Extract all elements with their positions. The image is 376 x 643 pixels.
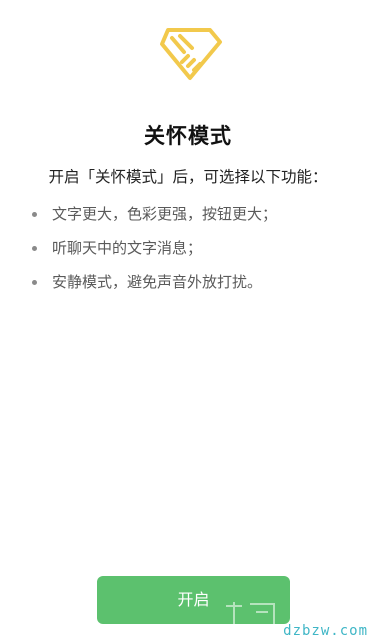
bullet-dot-icon <box>32 246 37 251</box>
bullet-dot-icon <box>32 212 37 217</box>
feature-text: 文字更大，色彩更强，按钮更大； <box>52 205 278 223</box>
intro-text: 开启「关怀模式」后，可选择以下功能： <box>48 168 328 186</box>
care-mode-screen: 关怀模式 开启「关怀模式」后，可选择以下功能： 文字更大，色彩更强，按钮更大； … <box>0 0 376 643</box>
list-item: 文字更大，色彩更强，按钮更大； <box>30 203 350 237</box>
page-title: 关怀模式 <box>144 124 232 148</box>
list-item: 安静模式，避免声音外放打扰。 <box>30 271 350 305</box>
feature-text: 听聊天中的文字消息； <box>52 239 203 257</box>
watermark-text: dzbzw.com <box>283 623 368 639</box>
care-heart-handshake-icon <box>160 28 222 80</box>
feature-text: 安静模式，避免声音外放打扰。 <box>52 273 263 291</box>
bullet-dot-icon <box>32 280 37 285</box>
list-item: 听聊天中的文字消息； <box>30 237 350 271</box>
feature-list: 文字更大，色彩更强，按钮更大； 听聊天中的文字消息； 安静模式，避免声音外放打扰… <box>30 203 350 305</box>
watermark-logo-icon <box>226 602 275 624</box>
